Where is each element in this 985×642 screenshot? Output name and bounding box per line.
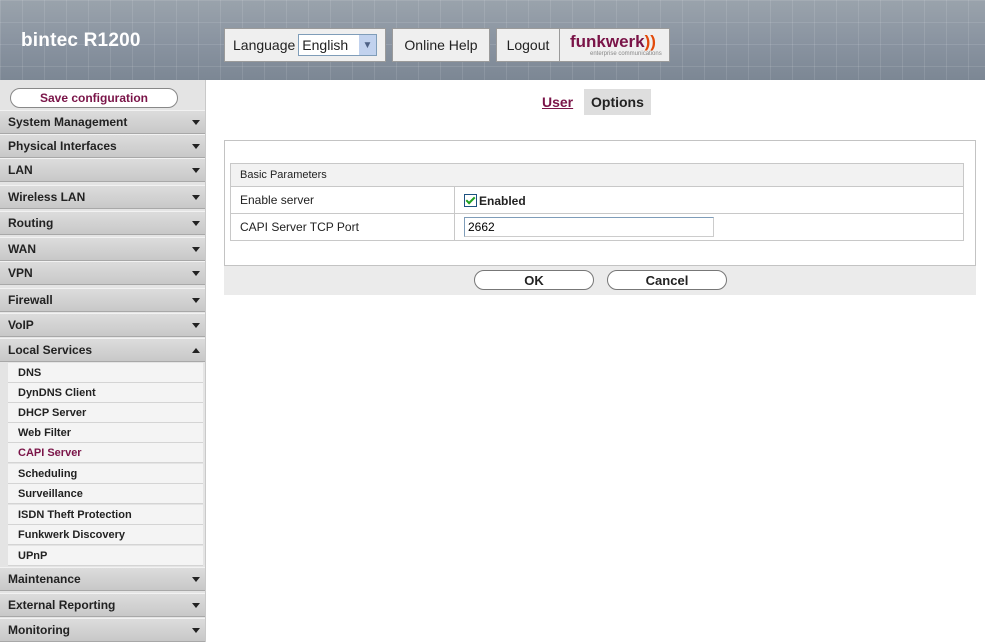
port-cell [454, 213, 964, 241]
section-title: Basic Parameters [230, 163, 964, 187]
sidebar-item-monitoring[interactable]: Monitoring [0, 618, 205, 642]
sidebar-item-physical-interfaces[interactable]: Physical Interfaces [0, 134, 205, 158]
sidebar-item-lan[interactable]: LAN [0, 158, 205, 182]
sidebar-item-label: Wireless LAN [8, 190, 86, 204]
chevron-down-icon [192, 144, 200, 149]
sidebar-subitem-upnp[interactable]: UPnP [8, 546, 203, 566]
sidebar-item-wireless-lan[interactable]: Wireless LAN [0, 185, 205, 209]
sidebar-item-label: VoIP [8, 318, 34, 332]
online-help-link[interactable]: Online Help [392, 28, 490, 62]
sidebar-item-label: Local Services [8, 343, 93, 357]
sidebar-subitem-isdn-theft-protection[interactable]: ISDN Theft Protection [8, 505, 203, 525]
chevron-down-icon [192, 247, 200, 252]
sidebar-subitem-capi-server[interactable]: CAPI Server [8, 443, 203, 463]
tab-user[interactable]: User [538, 89, 578, 115]
waves-icon: )) [644, 31, 656, 51]
chevron-down-icon [192, 271, 200, 276]
sidebar-item-routing[interactable]: Routing [0, 211, 205, 235]
sidebar-subitem-funkwerk-discovery[interactable]: Funkwerk Discovery [8, 525, 203, 545]
chevron-down-icon [192, 298, 200, 303]
sidebar-subitem-dyndns-client[interactable]: DynDNS Client [8, 383, 203, 403]
sidebar-item-voip[interactable]: VoIP [0, 313, 205, 337]
sidebar-item-label: System Management [8, 115, 128, 129]
language-value: English [302, 37, 349, 53]
port-label: CAPI Server TCP Port [230, 213, 455, 241]
language-label: Language [233, 37, 296, 53]
product-title: bintec R1200 [21, 30, 141, 51]
header-banner: bintec R1200 Language English ▼ Online H… [0, 0, 985, 80]
top-toolbar: Language English ▼ Online Help Logout fu… [224, 28, 676, 62]
cancel-button[interactable]: Cancel [607, 270, 727, 290]
enable-server-cell: Enabled [454, 186, 964, 214]
sidebar-item-label: Physical Interfaces [8, 139, 117, 153]
chevron-down-icon [192, 603, 200, 608]
section-header-row: Basic Parameters [230, 163, 964, 187]
sidebar-item-label: Firewall [8, 293, 53, 307]
sidebar-item-wan[interactable]: WAN [0, 237, 205, 261]
button-bar [224, 265, 976, 295]
ok-button[interactable]: OK [474, 270, 594, 290]
enable-server-checkbox[interactable] [464, 193, 477, 207]
sidebar-item-system-management[interactable]: System Management [0, 110, 205, 134]
sidebar-item-label: Monitoring [8, 623, 70, 637]
chevron-down-icon [192, 628, 200, 633]
logo-subtitle: enterprise communications [590, 50, 662, 57]
language-box: Language English ▼ [224, 28, 386, 62]
chevron-down-icon [192, 221, 200, 226]
chevron-down-icon[interactable]: ▼ [359, 35, 376, 55]
funkwerk-logo: funkwerk)) enterprise communications [560, 28, 670, 62]
chevron-down-icon [192, 323, 200, 328]
chevron-down-icon [192, 195, 200, 200]
table-row: CAPI Server TCP Port [230, 213, 964, 241]
logo-text: funkwerk [570, 31, 645, 51]
chevron-down-icon [192, 120, 200, 125]
capi-port-input[interactable] [464, 217, 714, 237]
sidebar-subitem-dhcp-server[interactable]: DHCP Server [8, 403, 203, 423]
table-row: Enable server Enabled [230, 186, 964, 214]
sidebar-item-label: LAN [8, 163, 33, 177]
logout-link[interactable]: Logout [496, 28, 560, 62]
sidebar-subitem-dns[interactable]: DNS [8, 363, 203, 383]
language-select[interactable]: English ▼ [298, 34, 377, 56]
tab-options[interactable]: Options [584, 89, 651, 115]
enabled-label[interactable]: Enabled [479, 193, 526, 207]
enable-server-label: Enable server [230, 186, 455, 214]
sidebar-item-maintenance[interactable]: Maintenance [0, 567, 205, 591]
sidebar-item-label: VPN [8, 266, 33, 280]
basic-parameters-table: Basic Parameters Enable server Enabled C… [230, 163, 964, 241]
sidebar-subitem-surveillance[interactable]: Surveillance [8, 484, 203, 504]
sidebar-item-firewall[interactable]: Firewall [0, 288, 205, 312]
sidebar-item-label: Routing [8, 216, 54, 230]
save-configuration-button[interactable]: Save configuration [10, 88, 178, 108]
chevron-down-icon [192, 577, 200, 582]
sidebar-item-label: WAN [8, 242, 36, 256]
sidebar-item-label: External Reporting [8, 598, 116, 612]
sidebar-item-external-reporting[interactable]: External Reporting [0, 593, 205, 617]
sidebar-item-local-services[interactable]: Local Services [0, 338, 205, 362]
sidebar-subitem-scheduling[interactable]: Scheduling [8, 464, 203, 484]
chevron-down-icon [192, 168, 200, 173]
sidebar-subitem-web-filter[interactable]: Web Filter [8, 423, 203, 443]
chevron-up-icon [192, 348, 200, 353]
sidebar-item-vpn[interactable]: VPN [0, 261, 205, 285]
sidebar-item-label: Maintenance [8, 572, 81, 586]
